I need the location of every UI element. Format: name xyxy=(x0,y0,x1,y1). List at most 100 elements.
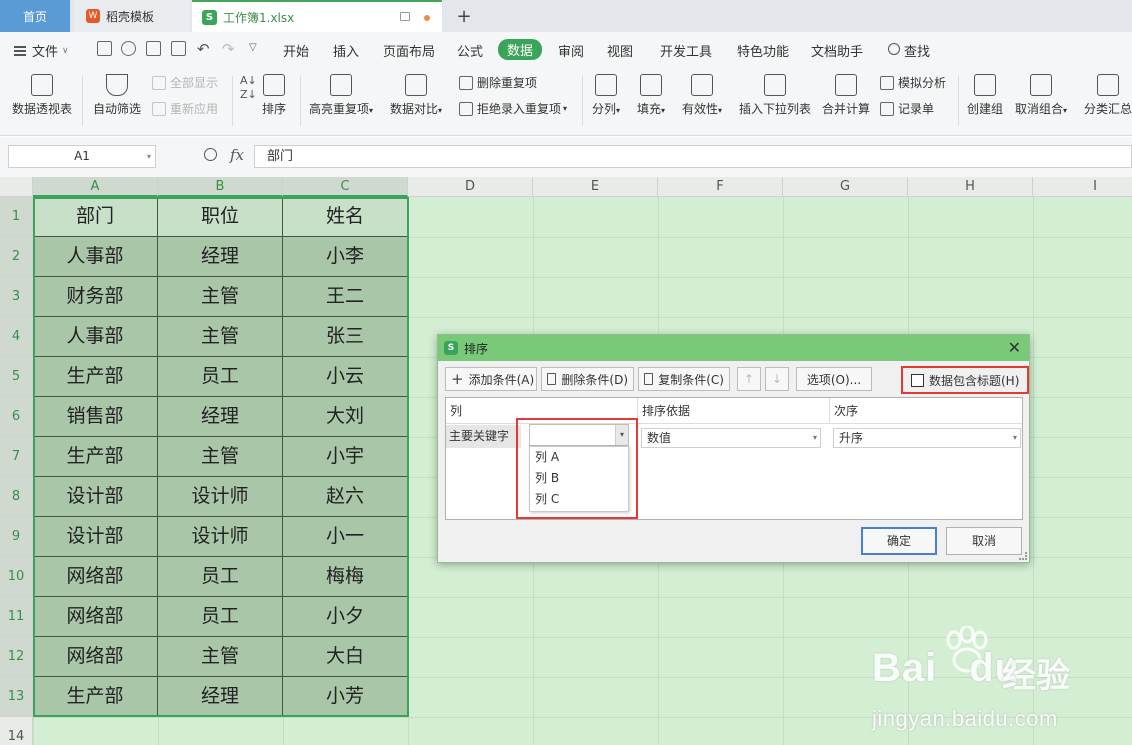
cell-b7[interactable]: 主管 xyxy=(158,437,283,477)
menu-review[interactable]: 审阅 xyxy=(558,41,584,60)
column-select[interactable]: ▾ xyxy=(529,424,629,446)
redo-icon[interactable]: ↷ xyxy=(222,40,235,58)
cell-a2[interactable]: 人事部 xyxy=(33,237,158,277)
zoom-icon[interactable] xyxy=(204,148,217,161)
cell-a6[interactable]: 销售部 xyxy=(33,397,158,437)
cell-b12[interactable]: 主管 xyxy=(158,637,283,677)
resize-grip-icon[interactable] xyxy=(1019,552,1027,560)
format-painter-icon[interactable] xyxy=(121,41,136,56)
add-condition-button[interactable]: + 添加条件(A) xyxy=(445,367,537,391)
cell-b6[interactable]: 经理 xyxy=(158,397,283,437)
row-header-12[interactable]: 12 xyxy=(0,637,33,677)
cell-c6[interactable]: 大刘 xyxy=(283,397,408,437)
menu-insert[interactable]: 插入 xyxy=(333,41,359,60)
row-header-1[interactable]: 1 xyxy=(0,197,33,237)
cell-b4[interactable]: 主管 xyxy=(158,317,283,357)
menu-start[interactable]: 开始 xyxy=(283,41,309,60)
cell-b10[interactable]: 员工 xyxy=(158,557,283,597)
move-up-button[interactable]: ↑ xyxy=(737,367,761,391)
cell-a3[interactable]: 财务部 xyxy=(33,277,158,317)
monitor-icon[interactable] xyxy=(400,12,410,21)
menu-doc-assistant[interactable]: 文档助手 xyxy=(811,41,863,60)
name-box[interactable]: A1 ▾ xyxy=(8,145,156,168)
row-header-2[interactable]: 2 xyxy=(0,237,33,277)
row-header-11[interactable]: 11 xyxy=(0,597,33,637)
cell-b8[interactable]: 设计师 xyxy=(158,477,283,517)
menu-data[interactable]: 数据 xyxy=(498,39,543,60)
menu-special[interactable]: 特色功能 xyxy=(737,41,789,60)
select-all-corner[interactable] xyxy=(0,177,33,197)
menu-formula[interactable]: 公式 xyxy=(457,41,483,60)
options-button[interactable]: 选项(O)... xyxy=(796,367,872,391)
tab-template[interactable]: W 稻壳模板 xyxy=(74,0,190,32)
cell-c10[interactable]: 梅梅 xyxy=(283,557,408,597)
chevron-down-icon[interactable]: ▾ xyxy=(615,425,628,445)
column-header-e[interactable]: E xyxy=(533,177,658,197)
cell-a9[interactable]: 设计部 xyxy=(33,517,158,557)
cell-a11[interactable]: 网络部 xyxy=(33,597,158,637)
cell-a8[interactable]: 设计部 xyxy=(33,477,158,517)
cell-a10[interactable]: 网络部 xyxy=(33,557,158,597)
cell-b2[interactable]: 经理 xyxy=(158,237,283,277)
fill-button[interactable]: 填充▾ xyxy=(637,74,665,117)
record-form-button[interactable]: 记录单 xyxy=(880,100,934,117)
cell-c1[interactable]: 姓名 xyxy=(283,197,408,237)
menu-page-layout[interactable]: 页面布局 xyxy=(383,41,435,60)
tab-home[interactable]: 首页 xyxy=(0,0,70,32)
print-preview-icon[interactable] xyxy=(171,41,186,56)
consolidate-button[interactable]: 合并计算 xyxy=(822,74,870,117)
move-down-button[interactable]: ↓ xyxy=(765,367,789,391)
cell-c3[interactable]: 王二 xyxy=(283,277,408,317)
cell-a7[interactable]: 生产部 xyxy=(33,437,158,477)
split-column-button[interactable]: 分列▾ xyxy=(592,74,620,117)
cell-a13[interactable]: 生产部 xyxy=(33,677,158,717)
cell-c5[interactable]: 小云 xyxy=(283,357,408,397)
cancel-button[interactable]: 取消 xyxy=(946,527,1022,555)
cell-c8[interactable]: 赵六 xyxy=(283,477,408,517)
sort-on-select[interactable]: 数值 ▾ xyxy=(641,428,821,448)
highlight-duplicates-button[interactable]: 高亮重复项▾ xyxy=(309,74,373,117)
column-header-g[interactable]: G xyxy=(783,177,908,197)
remove-duplicates-button[interactable]: 删除重复项 xyxy=(459,74,537,91)
dropdown-option-col-b[interactable]: 列 B xyxy=(530,468,628,489)
fx-icon[interactable]: fx xyxy=(230,146,244,164)
autofilter-button[interactable]: 自动筛选 xyxy=(93,74,141,117)
row-header-14[interactable]: 14 xyxy=(0,717,33,745)
validity-button[interactable]: 有效性▾ xyxy=(682,74,722,117)
column-header-f[interactable]: F xyxy=(658,177,783,197)
row-header-6[interactable]: 6 xyxy=(0,397,33,437)
cell-c13[interactable]: 小芳 xyxy=(283,677,408,717)
dropdown-option-col-c[interactable]: 列 C xyxy=(530,489,628,510)
save-icon[interactable] xyxy=(97,41,112,56)
file-menu[interactable]: 文件 ∨ xyxy=(14,41,69,60)
subtotal-button[interactable]: 分类汇总 xyxy=(1084,74,1132,117)
sort-az-icon[interactable]: A↓ Z↓ xyxy=(240,74,257,102)
cell-a12[interactable]: 网络部 xyxy=(33,637,158,677)
header-checkbox-highlight[interactable]: 数据包含标题(H) xyxy=(901,366,1029,394)
formula-input[interactable]: 部门 xyxy=(254,145,1132,168)
row-header-10[interactable]: 10 xyxy=(0,557,33,597)
pivot-table-button[interactable]: 数据透视表 xyxy=(12,74,72,117)
order-select[interactable]: 升序 ▾ xyxy=(833,428,1021,448)
sort-button[interactable]: 排序 xyxy=(262,74,286,117)
menu-find[interactable]: 查找 xyxy=(904,41,930,60)
menu-view[interactable]: 视图 xyxy=(607,41,633,60)
cell-c7[interactable]: 小宇 xyxy=(283,437,408,477)
row-header-4[interactable]: 4 xyxy=(0,317,33,357)
cell-c4[interactable]: 张三 xyxy=(283,317,408,357)
row-header-8[interactable]: 8 xyxy=(0,477,33,517)
new-tab-button[interactable]: + xyxy=(452,0,476,32)
tab-workbook[interactable]: S 工作簿1.xlsx xyxy=(192,0,442,32)
cell-b3[interactable]: 主管 xyxy=(158,277,283,317)
cell-c11[interactable]: 小夕 xyxy=(283,597,408,637)
reject-duplicates-button[interactable]: 拒绝录入重复项 ▾ xyxy=(459,100,567,117)
column-header-a[interactable]: A xyxy=(33,177,158,197)
undo-icon[interactable]: ↶ xyxy=(197,40,210,58)
column-header-h[interactable]: H xyxy=(908,177,1033,197)
menu-developer[interactable]: 开发工具 xyxy=(660,41,712,60)
copy-condition-button[interactable]: 复制条件(C) xyxy=(638,367,730,391)
ungroup-button[interactable]: 取消组合▾ xyxy=(1015,74,1067,117)
reapply-button[interactable]: 重新应用 xyxy=(152,100,218,117)
cell-a5[interactable]: 生产部 xyxy=(33,357,158,397)
row-header-3[interactable]: 3 xyxy=(0,277,33,317)
